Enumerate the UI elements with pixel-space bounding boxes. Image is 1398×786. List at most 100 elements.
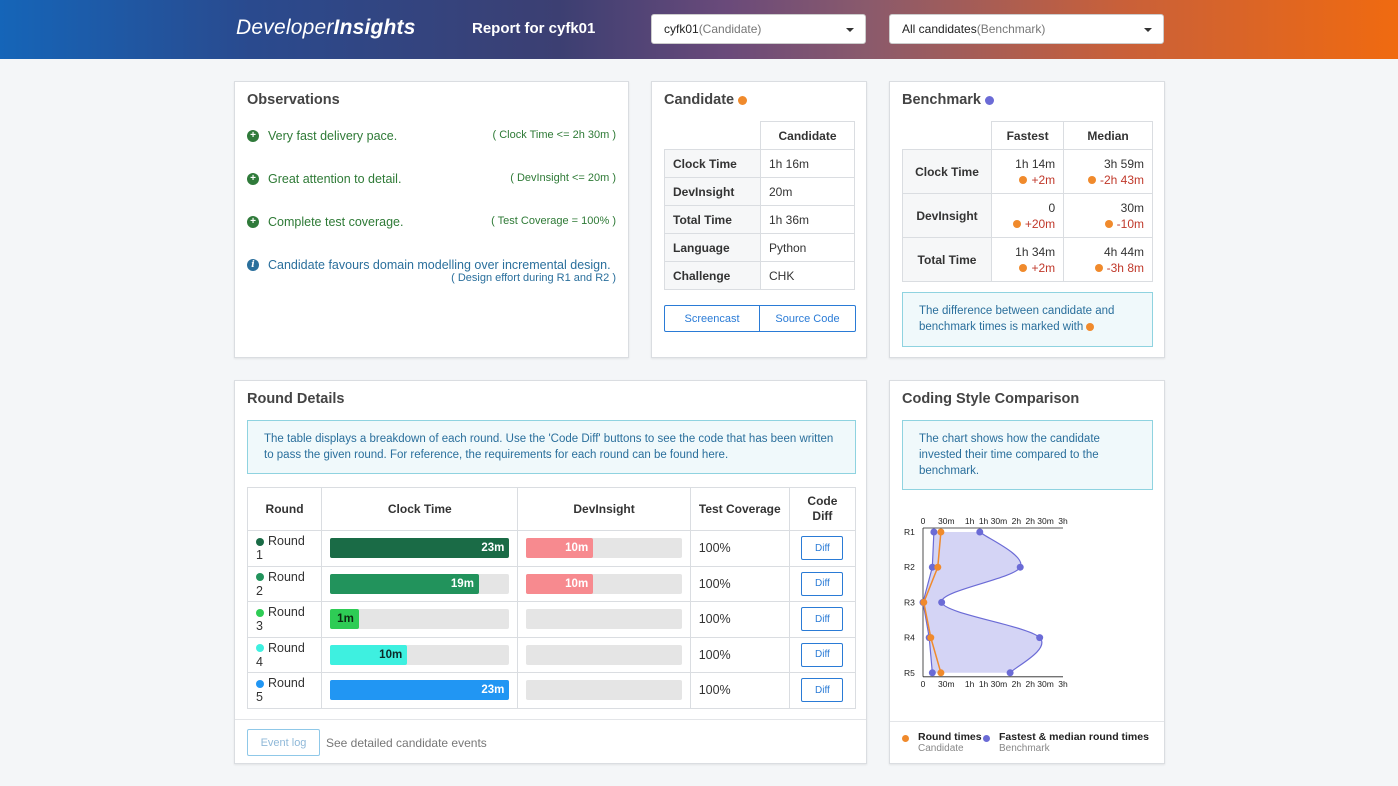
- column-devinsight: DevInsight: [517, 487, 691, 531]
- benchmark-row: Clock Time 1h 14m +2m 3h 59m -2h 43m: [902, 149, 1153, 194]
- candidate-point: [937, 528, 945, 536]
- event-log-button[interactable]: Event log: [247, 729, 320, 756]
- round-name-cell: Round 1: [246, 530, 323, 567]
- benchmark-legend-dot-icon: [983, 735, 990, 742]
- event-log-description: See detailed candidate events: [326, 736, 487, 750]
- candidate-legend-dot-icon: [902, 735, 909, 742]
- benchmark-row-label: Total Time: [902, 237, 992, 282]
- round-details-info: The table displays a breakdown of each r…: [247, 420, 856, 474]
- candidate-row-label: Language: [664, 233, 761, 262]
- benchmark-column-median: Median: [1063, 121, 1153, 150]
- divider: [890, 721, 1164, 722]
- category-label: R4: [904, 633, 915, 643]
- code-diff-cell: Diff: [788, 636, 857, 673]
- plus-circle-icon: +: [247, 130, 259, 142]
- round-name-cell: Round 3: [246, 601, 323, 638]
- code-diff-button[interactable]: Diff: [801, 536, 844, 561]
- round-name-cell: Round 5: [246, 672, 323, 709]
- benchmark-median-point: [1016, 563, 1024, 571]
- candidate-dot-icon: [738, 95, 748, 105]
- devinsight-bar: [526, 644, 682, 665]
- devinsight-cell: [517, 601, 691, 638]
- difference-dot-icon: [1086, 322, 1095, 331]
- divider: [235, 719, 866, 720]
- clock-time-cell: 10m: [321, 636, 519, 673]
- clock-time-bar: 10m: [330, 644, 510, 665]
- candidate-row: Total Time 1h 36m: [664, 205, 855, 234]
- candidate-row-value: CHK: [760, 261, 855, 290]
- code-diff-button[interactable]: Diff: [801, 642, 844, 667]
- benchmark-median-point: [1036, 634, 1044, 642]
- x-tick-label: 3h: [1058, 679, 1068, 689]
- devinsight-bar: 10m: [526, 573, 682, 594]
- benchmark-median-point: [938, 598, 946, 606]
- source-code-button[interactable]: Source Code: [760, 305, 856, 332]
- round-color-dot-icon: [256, 679, 264, 688]
- requirements-link[interactable]: here: [702, 449, 725, 461]
- benchmark-title: Benchmark: [902, 92, 995, 108]
- benchmark-column-fastest: Fastest: [990, 121, 1065, 150]
- screencast-button[interactable]: Screencast: [664, 305, 760, 332]
- round-details-title: Round Details: [247, 391, 345, 407]
- plus-circle-icon: +: [247, 173, 259, 185]
- app-header: DeveloperInsights Report for cyfk01 cyfk…: [0, 0, 1398, 59]
- clock-time-bar: 23m: [330, 538, 510, 559]
- clock-time-bar-fill: 19m: [330, 573, 479, 594]
- code-diff-cell: Diff: [788, 530, 857, 567]
- code-diff-button[interactable]: Diff: [801, 607, 844, 632]
- observation-text: Great attention to detail.: [268, 172, 402, 186]
- devinsight-bar-fill: 10m: [526, 573, 594, 594]
- devinsight-bar: 10m: [526, 538, 682, 559]
- benchmark-row-label: DevInsight: [902, 193, 992, 238]
- test-coverage-cell: 100%: [689, 601, 790, 638]
- candidate-row-label: Challenge: [664, 261, 761, 290]
- coding-style-title: Coding Style Comparison: [902, 391, 1080, 407]
- candidate-row: Language Python: [664, 233, 855, 262]
- observation-text: Complete test coverage.: [268, 215, 404, 229]
- benchmark-median-point: [976, 528, 984, 536]
- candidate-point: [937, 669, 945, 677]
- column-clock-time: Clock Time: [321, 487, 519, 531]
- observations-title: Observations: [247, 92, 340, 108]
- chevron-down-icon: [1144, 28, 1152, 32]
- difference-dot-icon: [1019, 176, 1028, 185]
- benchmark-fastest-cell: 1h 14m +2m: [990, 149, 1065, 194]
- test-coverage-cell: 100%: [689, 672, 790, 709]
- x-tick-label: 0: [921, 516, 926, 526]
- code-diff-button[interactable]: Diff: [801, 571, 844, 596]
- benchmark-select[interactable]: All candidates(Benchmark): [889, 14, 1164, 44]
- difference-dot-icon: [1104, 220, 1113, 229]
- test-coverage-cell: 100%: [689, 565, 790, 602]
- table-row: Round 2 19m 10m 100% Diff: [246, 565, 857, 602]
- clock-time-cell: 19m: [321, 565, 519, 602]
- candidate-buttons: Screencast Source Code: [664, 305, 856, 332]
- round-name-cell: Round 4: [246, 636, 323, 673]
- x-tick-label: 30m: [938, 516, 955, 526]
- candidate-row-label: DevInsight: [664, 177, 761, 206]
- devinsight-cell: 10m: [517, 565, 691, 602]
- x-tick-label: 2h: [1012, 679, 1022, 689]
- table-row: Round 4 10m 100% Diff: [246, 636, 857, 673]
- column-round: Round: [246, 487, 323, 531]
- benchmark-row: Total Time 1h 34m +2m 4h 44m -3h 8m: [902, 237, 1153, 282]
- devinsight-bar-fill: 10m: [526, 538, 594, 559]
- benchmark-median-cell: 4h 44m -3h 8m: [1063, 237, 1153, 282]
- clock-time-bar-fill: 1m: [330, 609, 359, 630]
- candidate-point: [934, 563, 942, 571]
- info-circle-icon: i: [247, 259, 259, 271]
- code-diff-button[interactable]: Diff: [801, 678, 844, 703]
- benchmark-row: DevInsight 0 +20m 30m -10m: [902, 193, 1153, 238]
- difference-dot-icon: [1087, 176, 1096, 185]
- benchmark-fastest-point: [930, 528, 938, 536]
- x-tick-label: 2h: [1012, 516, 1022, 526]
- benchmark-fastest-cell: 0 +20m: [990, 193, 1065, 238]
- app-logo[interactable]: DeveloperInsights: [236, 16, 416, 40]
- column-code-diff: Code Diff: [788, 487, 857, 531]
- benchmark-median-point: [1006, 669, 1014, 677]
- observation-text: Candidate favours domain modelling over …: [268, 258, 611, 272]
- devinsight-cell: [517, 636, 691, 673]
- candidate-row-value: 1h 16m: [760, 149, 855, 178]
- candidate-title: Candidate: [664, 92, 748, 108]
- chevron-down-icon: [846, 28, 854, 32]
- candidate-select[interactable]: cyfk01(Candidate): [651, 14, 866, 44]
